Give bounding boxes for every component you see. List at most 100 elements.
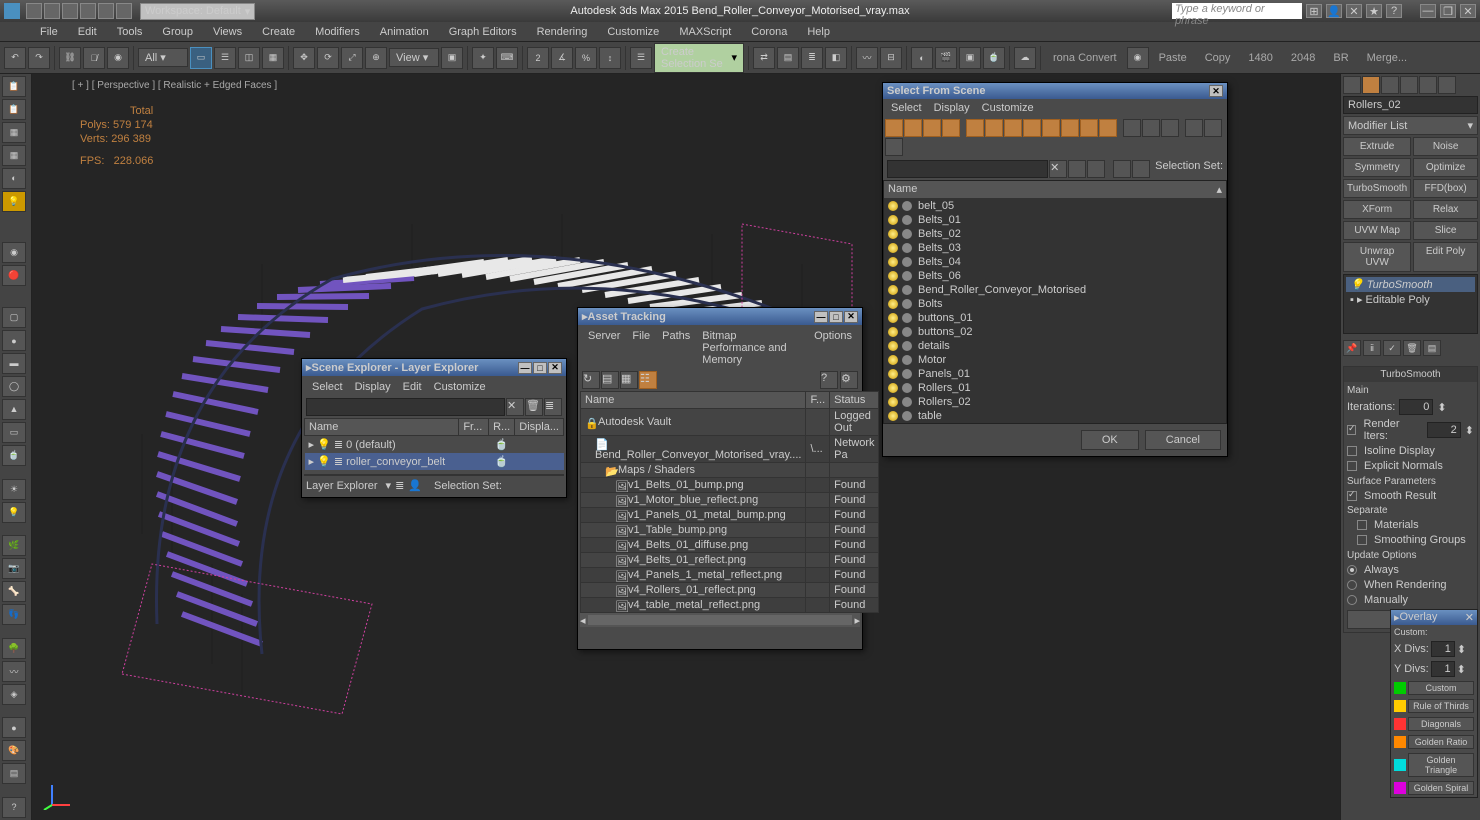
lt-light1[interactable]: ☀ xyxy=(2,479,26,500)
le-foot-obj[interactable]: 👤 xyxy=(408,479,422,492)
asset-table[interactable]: NameF...Status 🔒Autodesk VaultLogged Out… xyxy=(580,391,879,613)
sfs-tb4[interactable] xyxy=(942,119,960,137)
tool-material[interactable]: ◐ xyxy=(911,47,933,69)
le-max-icon[interactable]: □ xyxy=(533,362,547,374)
sfs-opt4[interactable] xyxy=(1132,160,1150,178)
asset-row[interactable]: 🖼v1_Motor_blue_reflect.pngFound xyxy=(581,493,879,508)
lt-1[interactable]: 📋 xyxy=(2,76,26,97)
stack-unique[interactable]: ✓ xyxy=(1383,340,1401,356)
at-tb1[interactable]: ↻ xyxy=(582,371,600,389)
overlay-item[interactable]: Custom xyxy=(1391,679,1477,697)
overlay-item[interactable]: Golden Triangle xyxy=(1391,751,1477,779)
stack-remove[interactable]: 🗑 xyxy=(1403,340,1421,356)
stack-turbosmooth[interactable]: 💡 TurboSmooth xyxy=(1346,277,1475,292)
sfs-item[interactable]: Belts_06 xyxy=(884,269,1226,283)
stack-config[interactable]: ▤ xyxy=(1423,340,1441,356)
mod-editpoly[interactable]: Edit Poly xyxy=(1413,242,1478,272)
tool-rotate[interactable]: ⟳ xyxy=(317,47,339,69)
sfs-col-name[interactable]: Name xyxy=(888,183,917,196)
layer-table[interactable]: NameFr...R...Displa... ▸ 💡 ≣ 0 (default)… xyxy=(304,418,564,470)
lt-color[interactable]: 🎨 xyxy=(2,740,26,761)
lt-script[interactable]: ▤ xyxy=(2,763,26,784)
tab-modify[interactable] xyxy=(1362,76,1380,94)
le-menu-edit[interactable]: Edit xyxy=(403,381,422,393)
tool-render-setup[interactable]: 🎬 xyxy=(935,47,957,69)
lt-2[interactable]: 📋 xyxy=(2,99,26,120)
sfs-tb5[interactable] xyxy=(966,119,984,137)
asset-row[interactable]: 📄Bend_Roller_Conveyor_Motorised_vray....… xyxy=(581,436,879,463)
tool-link[interactable]: ⛓ xyxy=(59,47,81,69)
explicit-check[interactable] xyxy=(1347,461,1357,471)
sfs-item[interactable]: Belts_04 xyxy=(884,255,1226,269)
sfs-tb1[interactable] xyxy=(885,119,903,137)
layer-row[interactable]: ▸ 💡 ≣ 0 (default)🍵 xyxy=(305,436,564,454)
sfs-item[interactable]: Belts_02 xyxy=(884,227,1226,241)
tool-undo[interactable]: ↶ xyxy=(4,47,26,69)
lt-foot[interactable]: 👣 xyxy=(2,604,26,625)
at-menu-options[interactable]: Options xyxy=(814,330,852,366)
sfs-opt1[interactable] xyxy=(1068,160,1086,178)
tool-snap-spinner[interactable]: ↕ xyxy=(599,47,621,69)
qat-undo[interactable] xyxy=(80,3,96,19)
asset-row[interactable]: 🖼v1_Panels_01_metal_bump.pngFound xyxy=(581,508,879,523)
man-radio[interactable] xyxy=(1347,595,1357,605)
mod-noise[interactable]: Noise xyxy=(1413,137,1478,156)
at-scroll-right[interactable]: ▸ xyxy=(854,614,860,627)
lt-fur[interactable]: 〰 xyxy=(2,661,26,682)
sfs-item[interactable]: table xyxy=(884,409,1226,423)
sfs-item[interactable]: Rollers_01 xyxy=(884,381,1226,395)
mod-xform[interactable]: XForm xyxy=(1343,200,1411,219)
sfs-item[interactable]: Bend_Roller_Conveyor_Motorised xyxy=(884,283,1226,297)
menu-animation[interactable]: Animation xyxy=(370,24,439,40)
tool-layers[interactable]: ≣ xyxy=(801,47,823,69)
modifier-stack[interactable]: 💡 TurboSmooth ▪ ▸ Editable Poly xyxy=(1343,274,1478,334)
tool-paste[interactable]: Paste xyxy=(1151,52,1195,64)
lt-sphere2[interactable]: 🔴 xyxy=(2,265,26,286)
sfs-menu-display[interactable]: Display xyxy=(934,102,970,114)
selection-filter-dropdown[interactable]: All ▾ xyxy=(138,48,188,67)
sfs-tb15[interactable] xyxy=(1161,119,1179,137)
iterations-spinner[interactable] xyxy=(1399,399,1433,415)
tool-window-crossing[interactable]: ▦ xyxy=(262,47,284,69)
modifier-list-dropdown[interactable]: Modifier List▾ xyxy=(1343,116,1478,135)
tool-copy[interactable]: Copy xyxy=(1197,52,1239,64)
favorites-icon[interactable]: ★ xyxy=(1366,4,1382,18)
at-config-icon[interactable]: ⚙ xyxy=(840,371,858,389)
sfs-tb14[interactable] xyxy=(1142,119,1160,137)
tool-pivot[interactable]: ▣ xyxy=(441,47,463,69)
le-menu-select[interactable]: Select xyxy=(312,381,343,393)
sfs-list[interactable]: Name▴ belt_05Belts_01Belts_02Belts_03Bel… xyxy=(883,180,1227,424)
tool-render-frame[interactable]: ▣ xyxy=(959,47,981,69)
signin-icon[interactable]: 👤 xyxy=(1326,4,1342,18)
stack-show[interactable]: ⅱ xyxy=(1363,340,1381,356)
tool-manipulate[interactable]: ✦ xyxy=(472,47,494,69)
tool-autodesk360[interactable]: ☁ xyxy=(1014,47,1036,69)
render-iters-spinner[interactable] xyxy=(1427,422,1461,438)
at-close-icon[interactable]: ✕ xyxy=(844,311,858,323)
tab-display[interactable] xyxy=(1419,76,1437,94)
tool-placement[interactable]: ⊕ xyxy=(365,47,387,69)
lt-bone[interactable]: 🦴 xyxy=(2,581,26,602)
le-menu-display[interactable]: Display xyxy=(355,381,391,393)
restore-button[interactable]: ❐ xyxy=(1440,4,1456,18)
le-col-fr[interactable]: Fr... xyxy=(459,419,489,436)
menu-corona[interactable]: Corona xyxy=(741,24,797,40)
tool-bind[interactable]: ◉ xyxy=(107,47,129,69)
always-radio[interactable] xyxy=(1347,565,1357,575)
sfs-close-icon[interactable]: ✕ xyxy=(1209,85,1223,97)
le-close-icon[interactable]: ✕ xyxy=(548,362,562,374)
at-menu-paths[interactable]: Paths xyxy=(662,330,690,366)
lt-3[interactable]: ▦ xyxy=(2,122,26,143)
asset-row[interactable]: 🖼v4_table_metal_reflect.pngFound xyxy=(581,598,879,613)
asset-row[interactable]: 🖼v1_Belts_01_bump.pngFound xyxy=(581,478,879,493)
tool-keyboard[interactable]: ⌨ xyxy=(496,47,518,69)
menu-help[interactable]: Help xyxy=(797,24,840,40)
mod-slice[interactable]: Slice xyxy=(1413,221,1478,240)
lt-sphere1[interactable]: ◉ xyxy=(2,242,26,263)
sfs-menu-select[interactable]: Select xyxy=(891,102,922,114)
sfs-tb6[interactable] xyxy=(985,119,1003,137)
sfs-opt3[interactable] xyxy=(1113,160,1131,178)
at-min-icon[interactable]: — xyxy=(814,311,828,323)
mod-ffd[interactable]: FFD(box) xyxy=(1413,179,1478,198)
sfs-item[interactable]: buttons_02 xyxy=(884,325,1226,339)
